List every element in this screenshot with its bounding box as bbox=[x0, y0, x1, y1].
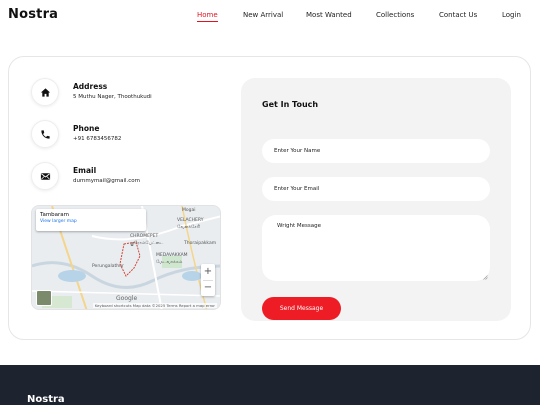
message-textarea[interactable] bbox=[262, 215, 490, 281]
map-label-medavakkam-ta: மேடவாக்கம் bbox=[156, 260, 183, 265]
google-logo: Google bbox=[116, 295, 138, 302]
email-title: Email bbox=[73, 166, 97, 175]
site-header: Nostra Home New Arrival Most Wanted Coll… bbox=[0, 0, 540, 30]
address-row: Address 5 Muthu Nager, Thoothukudi bbox=[31, 78, 231, 108]
name-input[interactable] bbox=[262, 139, 490, 163]
phone-value: +91 6783456782 bbox=[73, 136, 122, 142]
phone-row: Phone +91 6783456782 bbox=[31, 120, 231, 150]
envelope-icon bbox=[31, 162, 59, 190]
map-label-perungalathur: Perungalathur bbox=[92, 264, 124, 269]
embedded-map[interactable]: Tambaram View larger map VELACHERY வேளச்… bbox=[31, 205, 221, 310]
map-label-thoraipakkam: Thoraipakkam bbox=[184, 241, 217, 246]
address-title: Address bbox=[73, 82, 108, 91]
map-label-mogai: Mogai bbox=[182, 208, 196, 213]
resize-grip-icon[interactable] bbox=[483, 275, 488, 280]
address-value: 5 Muthu Nager, Thoothukudi bbox=[73, 94, 152, 100]
map-label-chromepet: CHROMEPET bbox=[130, 234, 159, 239]
map-label-velachery: VELACHERY bbox=[177, 218, 204, 223]
map-label-velachery-ta: வேளச்சேரி bbox=[177, 225, 200, 230]
map-attribution[interactable]: Keyboard shortcuts Map data ©2025 Terms … bbox=[92, 303, 217, 308]
nav-contact-us[interactable]: Contact Us bbox=[439, 11, 477, 19]
email-input[interactable] bbox=[262, 177, 490, 201]
map-zoom-control: + − bbox=[201, 264, 215, 296]
zoom-out-button[interactable]: − bbox=[201, 280, 215, 296]
email-row: Email dummymail@gmail.com bbox=[31, 162, 231, 192]
form-title: Get In Touch bbox=[262, 100, 319, 109]
map-satellite-toggle[interactable] bbox=[36, 290, 52, 306]
nav-most-wanted[interactable]: Most Wanted bbox=[306, 11, 352, 19]
contact-card: Address 5 Muthu Nager, Thoothukudi Phone… bbox=[8, 56, 531, 340]
send-message-button[interactable]: Send Message bbox=[262, 297, 341, 320]
email-value: dummymail@gmail.com bbox=[73, 178, 141, 184]
map-place-name: Tambaram bbox=[40, 212, 70, 218]
footer-brand[interactable]: Nostra bbox=[27, 394, 65, 405]
nav-new-arrival[interactable]: New Arrival bbox=[243, 11, 283, 19]
view-larger-map-link[interactable]: View larger map bbox=[40, 219, 142, 224]
nav-collections[interactable]: Collections bbox=[376, 11, 414, 19]
nav-login[interactable]: Login bbox=[502, 11, 521, 19]
home-icon bbox=[31, 78, 59, 106]
contact-form: Get In Touch Send Message bbox=[241, 78, 511, 321]
zoom-in-button[interactable]: + bbox=[201, 264, 215, 280]
nav-home[interactable]: Home bbox=[197, 11, 218, 22]
phone-icon bbox=[31, 120, 59, 148]
map-label-medavakkam: MEDAVAKKAM bbox=[156, 253, 188, 258]
phone-title: Phone bbox=[73, 124, 100, 133]
map-place-card: Tambaram View larger map bbox=[36, 209, 146, 231]
main-nav: Home New Arrival Most Wanted Collections… bbox=[0, 11, 540, 23]
site-footer: Nostra bbox=[0, 365, 540, 405]
map-label-chromepet-ta: குரோம்பேட்டை bbox=[130, 241, 164, 246]
